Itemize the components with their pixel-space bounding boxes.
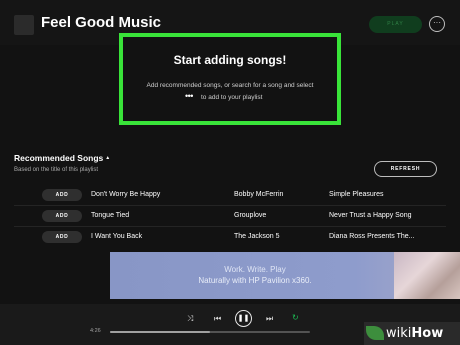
progress-fill (110, 331, 210, 333)
elapsed-time: 4:26 (90, 328, 101, 334)
ad-tagline: Naturally with HP Pavilion x360. (198, 276, 312, 285)
wikihow-leaf-icon (366, 326, 384, 340)
pause-button[interactable]: ❚❚ (235, 310, 252, 327)
artist-name[interactable]: The Jackson 5 (234, 233, 280, 240)
recommended-songs-label: Recommended Songs (14, 153, 104, 163)
table-row: ADD I Want You Back The Jackson 5 Diana … (0, 227, 460, 248)
album-name[interactable]: Never Trust a Happy Song (329, 212, 412, 219)
recommended-songs-title[interactable]: Recommended Songs ▲ (14, 153, 110, 163)
add-song-button[interactable]: ADD (42, 231, 82, 243)
add-song-button[interactable]: ADD (42, 210, 82, 222)
song-title[interactable]: Tongue Tied (91, 212, 129, 219)
empty-state-instruction-text: to add to your playlist (201, 94, 263, 101)
wikihow-watermark: wikiHow (364, 322, 460, 345)
advertisement-banner[interactable]: Work. Write. Play Naturally with HP Pavi… (110, 252, 460, 299)
artist-name[interactable]: Bobby McFerrin (234, 191, 283, 198)
empty-playlist-callout: Start adding songs! Add recommended song… (119, 33, 341, 125)
next-track-icon[interactable]: ⏭ (266, 314, 273, 324)
play-button[interactable]: PLAY (369, 16, 422, 33)
watermark-suffix: How (411, 326, 444, 341)
more-options-icon[interactable]: ··· (429, 16, 445, 32)
table-row: ADD Don't Worry Be Happy Bobby McFerrin … (0, 185, 460, 206)
playlist-cover (14, 15, 34, 35)
ad-image (394, 252, 460, 299)
watermark-prefix: wiki (386, 326, 412, 341)
repeat-icon[interactable]: ↻ (292, 313, 299, 322)
ad-headline: Work. Write. Play (224, 265, 286, 274)
album-name[interactable]: Simple Pleasures (329, 191, 383, 198)
pause-icon: ❚❚ (237, 315, 250, 322)
table-row: ADD Tongue Tied Grouplove Never Trust a … (0, 206, 460, 227)
refresh-button[interactable]: REFRESH (374, 161, 437, 177)
ellipsis-icon: ••• (185, 91, 193, 101)
progress-bar[interactable] (110, 331, 310, 333)
shuffle-icon[interactable]: ⤨ (187, 314, 193, 324)
album-name[interactable]: Diana Ross Presents The... (329, 233, 414, 240)
add-song-button[interactable]: ADD (42, 189, 82, 201)
previous-track-icon[interactable]: ⏮ (214, 314, 221, 324)
artist-name[interactable]: Grouplove (234, 212, 266, 219)
collapse-caret-icon[interactable]: ▲ (105, 155, 110, 161)
song-title[interactable]: Don't Worry Be Happy (91, 191, 160, 198)
empty-state-instruction: Add recommended songs, or search for a s… (146, 82, 314, 89)
empty-state-title: Start adding songs! (173, 53, 287, 67)
playlist-title: Feel Good Music (41, 14, 162, 31)
recommended-songs-subtitle: Based on the title of this playlist (14, 167, 99, 173)
song-title[interactable]: I Want You Back (91, 233, 142, 240)
